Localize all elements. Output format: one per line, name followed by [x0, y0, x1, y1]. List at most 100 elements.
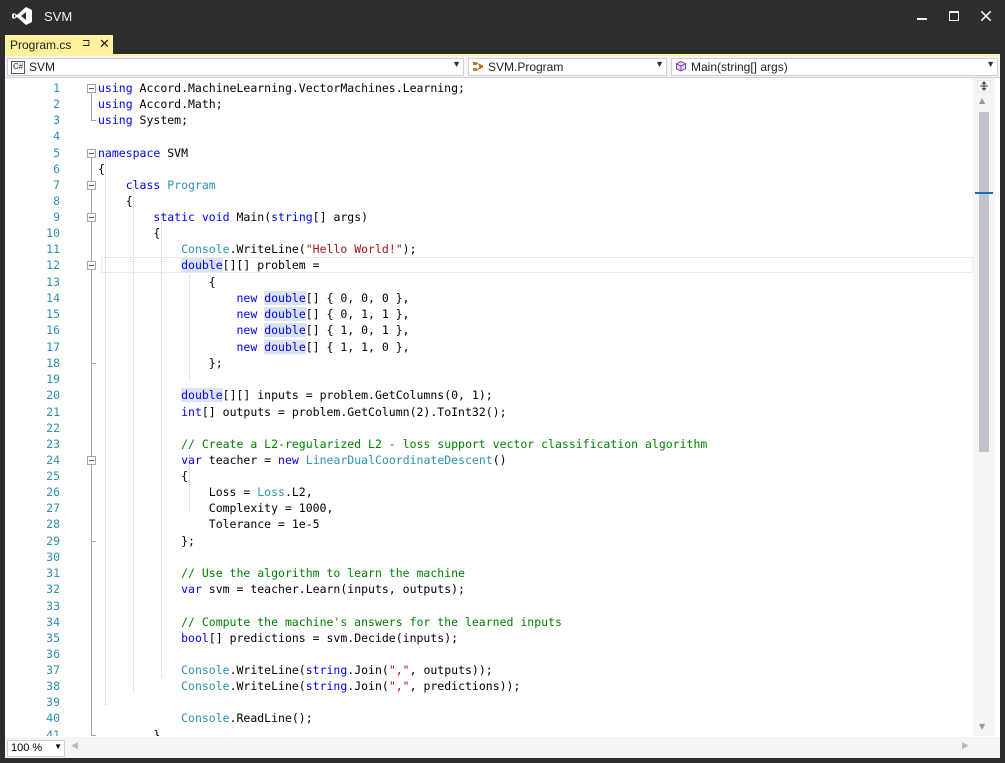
pin-icon[interactable]: ⊐ — [82, 38, 90, 49]
code-text[interactable]: Complexity = 1000, — [98, 500, 334, 516]
code-text[interactable]: Console.WriteLine(string.Join(",", predi… — [98, 678, 520, 694]
code-line[interactable]: 8 { — [5, 193, 973, 209]
code-text[interactable]: }; — [98, 533, 195, 549]
code-text[interactable]: // Use the algorithm to learn the machin… — [98, 565, 465, 581]
code-line[interactable]: 29 }; — [5, 533, 973, 549]
class-dropdown[interactable]: SVM.Program ▼ — [468, 58, 667, 76]
code-line[interactable]: 34 // Compute the machine's answers for … — [5, 614, 973, 630]
code-line[interactable]: 24 var teacher = new LinearDualCoordinat… — [5, 452, 973, 468]
code-text[interactable]: { — [98, 274, 216, 290]
split-editor-icon[interactable] — [977, 80, 991, 92]
code-line[interactable]: 12 double[][] problem = — [5, 257, 973, 273]
tab-program-cs[interactable]: Program.cs ⊐ ✕ — [5, 35, 113, 56]
code-line[interactable]: 39 — [5, 694, 973, 710]
code-line[interactable]: 22 — [5, 420, 973, 436]
code-text[interactable]: static void Main(string[] args) — [98, 209, 368, 225]
code-text[interactable]: { — [98, 161, 105, 177]
code-line[interactable]: 23 // Create a L2-regularized L2 - loss … — [5, 436, 973, 452]
collapse-region-icon[interactable] — [87, 455, 96, 465]
code-line[interactable]: 27 Complexity = 1000, — [5, 500, 973, 516]
code-text[interactable]: { — [98, 468, 188, 484]
code-line[interactable]: 21 int[] outputs = problem.GetColumn(2).… — [5, 404, 973, 420]
code-text[interactable]: Console.ReadLine(); — [98, 710, 313, 726]
code-line[interactable]: 30 — [5, 549, 973, 565]
code-text[interactable]: new double[] { 0, 1, 1 }, — [98, 306, 410, 322]
code-line[interactable]: 26 Loss = Loss.L2, — [5, 484, 973, 500]
collapse-region-icon[interactable] — [87, 261, 96, 271]
code-text[interactable]: var teacher = new LinearDualCoordinateDe… — [98, 452, 506, 468]
collapse-region-icon[interactable] — [87, 148, 96, 158]
collapse-region-icon[interactable] — [87, 84, 96, 93]
vertical-scrollbar[interactable]: ▲ ▼ — [973, 78, 995, 736]
code-line[interactable]: 33 — [5, 598, 973, 614]
code-line[interactable]: 13 { — [5, 274, 973, 290]
code-line[interactable]: 32 var svm = teacher.Learn(inputs, outpu… — [5, 581, 973, 597]
code-line[interactable]: 28 Tolerance = 1e-5 — [5, 516, 973, 532]
code-text[interactable]: new double[] { 1, 0, 1 }, — [98, 322, 410, 338]
code-line[interactable]: 35 bool[] predictions = svm.Decide(input… — [5, 630, 973, 646]
code-line[interactable]: 40 Console.ReadLine(); — [5, 710, 973, 726]
scroll-right-icon[interactable]: ▶ — [962, 741, 969, 751]
code-line[interactable]: 6{ — [5, 161, 973, 177]
code-editor[interactable]: 1 using Accord.MachineLearning.VectorMach… — [5, 78, 973, 736]
project-dropdown[interactable]: C# SVM ▼ — [7, 58, 464, 76]
maximize-button[interactable] — [942, 6, 966, 26]
code-text[interactable]: { — [98, 193, 133, 209]
code-line[interactable]: 19 — [5, 371, 973, 387]
code-text[interactable]: new double[] { 0, 0, 0 }, — [98, 290, 410, 306]
code-text[interactable]: using System; — [98, 112, 188, 128]
code-text[interactable]: { — [98, 225, 160, 241]
code-line[interactable]: 20 double[][] inputs = problem.GetColumn… — [5, 387, 973, 403]
code-text[interactable]: Loss = Loss.L2, — [98, 484, 313, 500]
scroll-up-icon[interactable]: ▲ — [979, 96, 985, 105]
code-text[interactable]: double[][] inputs = problem.GetColumns(0… — [98, 387, 493, 403]
vertical-scroll-thumb[interactable] — [979, 112, 989, 452]
code-line[interactable]: 15 new double[] { 0, 1, 1 }, — [5, 306, 973, 322]
scroll-left-icon[interactable]: ◀ — [71, 741, 78, 751]
code-line[interactable]: 10 { — [5, 225, 973, 241]
code-line[interactable]: 25 { — [5, 468, 973, 484]
code-line[interactable]: 5 namespace SVM — [5, 145, 973, 161]
code-text[interactable]: class Program — [98, 177, 216, 193]
collapse-region-icon[interactable] — [87, 213, 96, 223]
code-text[interactable]: } — [98, 727, 160, 736]
code-text[interactable]: Tolerance = 1e-5 — [98, 516, 320, 532]
code-line[interactable]: 41 } — [5, 727, 973, 736]
code-line[interactable]: 9 static void Main(string[] args) — [5, 209, 973, 225]
code-text[interactable]: using Accord.Math; — [98, 96, 223, 112]
zoom-dropdown[interactable]: 100 % ▼ — [7, 740, 65, 757]
member-dropdown[interactable]: Main(string[] args) ▼ — [671, 58, 998, 76]
code-text[interactable]: int[] outputs = problem.GetColumn(2).ToI… — [98, 404, 506, 420]
visual-studio-logo-icon[interactable] — [12, 7, 32, 25]
code-text[interactable]: }; — [98, 355, 223, 371]
code-line[interactable]: 31 // Use the algorithm to learn the mac… — [5, 565, 973, 581]
minimize-button[interactable] — [910, 6, 934, 26]
code-text[interactable]: // Create a L2-regularized L2 - loss sup… — [98, 436, 707, 452]
code-line[interactable]: 2 using Accord.Math; — [5, 96, 973, 112]
code-text[interactable]: double[][] problem = — [98, 257, 320, 273]
tab-close-icon[interactable]: ✕ — [99, 36, 110, 52]
scroll-down-icon[interactable]: ▼ — [979, 722, 985, 731]
code-line[interactable]: 4 — [5, 128, 973, 144]
code-line[interactable]: 1 using Accord.MachineLearning.VectorMach… — [5, 80, 973, 96]
code-line[interactable]: 7 class Program — [5, 177, 973, 193]
code-line[interactable]: 36 — [5, 646, 973, 662]
code-text[interactable]: bool[] predictions = svm.Decide(inputs); — [98, 630, 458, 646]
horizontal-scrollbar[interactable]: 100 % ▼ ◀ ▶ — [5, 737, 1000, 758]
code-line[interactable]: 11 Console.WriteLine("Hello World!"); — [5, 241, 973, 257]
code-line[interactable]: 17 new double[] { 1, 1, 0 }, — [5, 339, 973, 355]
code-text[interactable]: namespace SVM — [98, 145, 188, 161]
code-line[interactable]: 16 new double[] { 1, 0, 1 }, — [5, 322, 973, 338]
code-line[interactable]: 37 Console.WriteLine(string.Join(",", ou… — [5, 662, 973, 678]
code-text[interactable]: Console.WriteLine("Hello World!"); — [98, 241, 416, 257]
code-text[interactable]: // Compute the machine's answers for the… — [98, 614, 562, 630]
code-line[interactable]: 38 Console.WriteLine(string.Join(",", pr… — [5, 678, 973, 694]
collapse-region-icon[interactable] — [87, 180, 96, 190]
code-line[interactable]: 14 new double[] { 0, 0, 0 }, — [5, 290, 973, 306]
code-text[interactable]: using Accord.MachineLearning.VectorMachi… — [98, 80, 465, 96]
code-line[interactable]: 3 using System; — [5, 112, 973, 128]
code-text[interactable]: new double[] { 1, 1, 0 }, — [98, 339, 410, 355]
close-button[interactable] — [974, 6, 998, 26]
code-line[interactable]: 18 }; — [5, 355, 973, 371]
code-text[interactable]: var svm = teacher.Learn(inputs, outputs)… — [98, 581, 465, 597]
